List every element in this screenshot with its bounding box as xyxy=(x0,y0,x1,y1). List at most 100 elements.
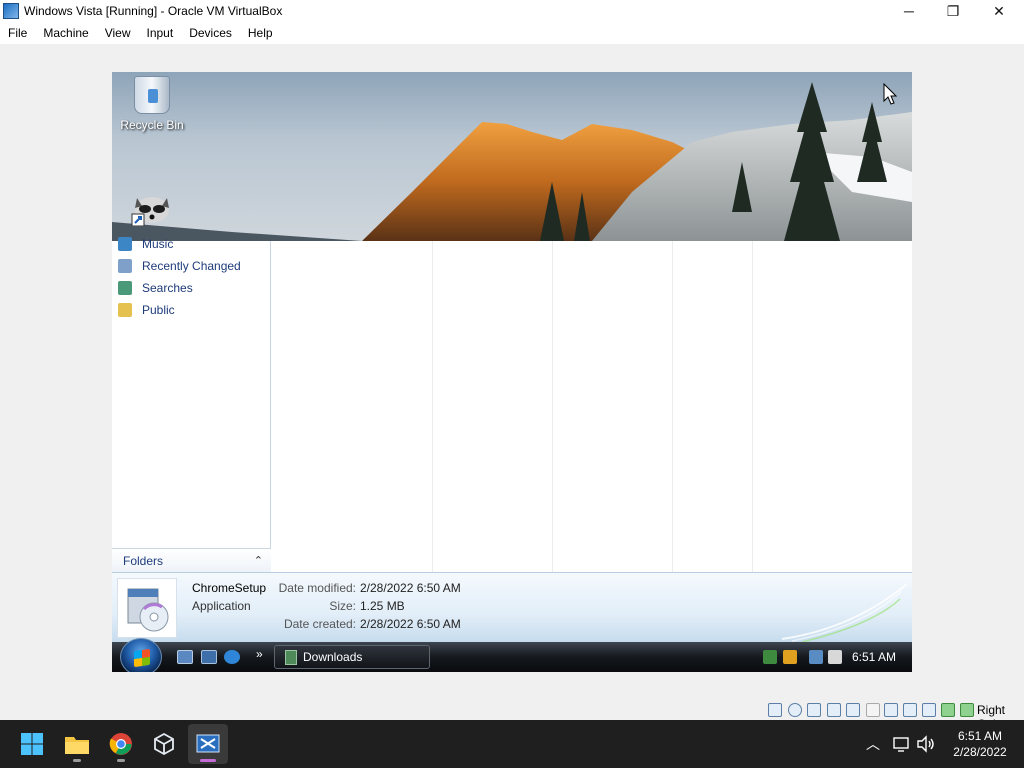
windows-logo-icon xyxy=(134,648,150,668)
details-file-name: ChromeSetup xyxy=(192,581,267,595)
audio-icon[interactable] xyxy=(807,703,821,717)
vista-vm-icon xyxy=(196,734,220,753)
virtualization-icon[interactable] xyxy=(922,703,936,717)
size-value: 1.25 MB xyxy=(360,599,405,613)
installer-file-icon xyxy=(117,578,177,638)
windows-update-icon[interactable] xyxy=(763,650,777,664)
navigation-pane: Music Recently Changed Searches Public F… xyxy=(112,237,271,572)
details-pane: ChromeSetup Application Date modified: 2… xyxy=(112,572,912,643)
file-explorer-taskbar-button[interactable] xyxy=(57,724,97,764)
mouse-integration-icon[interactable] xyxy=(941,703,955,717)
shared-folders-icon[interactable] xyxy=(866,703,880,717)
file-explorer-icon xyxy=(65,737,89,754)
quick-launch-more-button[interactable]: » xyxy=(256,647,263,661)
taskbar-button-downloads[interactable]: Downloads xyxy=(274,645,430,669)
restore-button[interactable]: ❐ xyxy=(930,0,976,22)
show-desktop-icon[interactable] xyxy=(177,650,193,664)
virtualbox-status-bar: Right Ctrl xyxy=(0,700,1024,731)
date-modified-value: 2/28/2022 6:50 AM xyxy=(360,581,461,595)
nav-item-label: Searches xyxy=(142,281,193,295)
music-folder-icon xyxy=(118,237,132,251)
nav-item-label: Recently Changed xyxy=(142,259,241,273)
windows11-logo-icon xyxy=(21,733,43,755)
virtualbox-manager-taskbar-button[interactable] xyxy=(144,724,184,764)
network-icon[interactable] xyxy=(809,650,823,664)
host-taskbar: ︿ 6:51 AM 2/28/2022 xyxy=(0,720,1024,768)
column-divider xyxy=(672,241,673,572)
host-clock[interactable]: 6:51 AM 2/28/2022 xyxy=(940,728,1020,760)
nav-item-music[interactable]: Music xyxy=(118,234,173,254)
desktop-wallpaper[interactable]: Recycle Bin xyxy=(112,72,912,241)
guest-screen[interactable]: Recycle Bin Music Recently Changed Searc… xyxy=(112,72,912,672)
file-list-pane[interactable] xyxy=(272,241,912,572)
internet-explorer-icon[interactable] xyxy=(224,650,240,664)
nav-item-searches[interactable]: Searches xyxy=(118,278,193,298)
raccoon-shortcut-icon xyxy=(130,186,174,226)
start-button[interactable] xyxy=(120,638,162,672)
title-bar: Windows Vista [Running] - Oracle VM Virt… xyxy=(0,0,1024,22)
usb-icon[interactable] xyxy=(846,703,860,717)
menu-input[interactable]: Input xyxy=(139,26,182,40)
network-adapter-icon[interactable] xyxy=(827,703,841,717)
network-status-icon[interactable] xyxy=(892,735,910,753)
vista-vm-taskbar-button[interactable] xyxy=(188,724,228,764)
taskbar-button-label: Downloads xyxy=(303,650,363,664)
running-indicator xyxy=(73,759,81,762)
vista-taskbar: » Downloads 6:51 AM xyxy=(112,638,912,672)
virtualbox-cube-icon xyxy=(154,732,174,756)
host-start-button[interactable] xyxy=(12,724,52,764)
column-divider xyxy=(752,241,753,572)
desktop-icon-label: Recycle Bin xyxy=(120,118,184,132)
column-divider xyxy=(552,241,553,572)
show-hidden-icons-button[interactable]: ︿ xyxy=(866,734,880,754)
display-icon[interactable] xyxy=(884,703,898,717)
chrome-taskbar-button[interactable] xyxy=(101,724,141,764)
security-shield-icon[interactable] xyxy=(783,650,797,664)
nav-item-public[interactable]: Public xyxy=(118,300,175,320)
minimize-button[interactable]: ─ xyxy=(886,0,932,22)
public-folder-icon xyxy=(118,303,132,317)
menu-file[interactable]: File xyxy=(0,26,35,40)
date-created-label: Date created: xyxy=(283,617,356,631)
hard-disk-icon[interactable] xyxy=(768,703,782,717)
active-indicator xyxy=(200,759,216,762)
optical-drive-icon[interactable] xyxy=(788,703,802,717)
column-divider xyxy=(432,241,433,572)
nav-item-label: Music xyxy=(142,237,174,251)
running-indicator xyxy=(117,759,125,762)
size-label: Size: xyxy=(329,599,356,613)
switch-windows-icon[interactable] xyxy=(201,650,217,664)
speaker-icon[interactable] xyxy=(916,735,936,753)
desktop-icon-raccoon-shortcut[interactable] xyxy=(112,186,192,226)
menu-machine[interactable]: Machine xyxy=(35,26,96,40)
host-date: 2/28/2022 xyxy=(953,745,1007,759)
keyboard-capture-icon[interactable] xyxy=(960,703,974,717)
vista-clock[interactable]: 6:51 AM xyxy=(852,650,896,664)
window-title: Windows Vista [Running] - Oracle VM Virt… xyxy=(24,4,283,18)
mouse-pointer-icon xyxy=(883,83,897,105)
explorer-window: Music Recently Changed Searches Public F… xyxy=(112,237,912,572)
nav-item-recently-changed[interactable]: Recently Changed xyxy=(118,256,241,276)
close-button[interactable]: ✕ xyxy=(976,0,1022,22)
video-capture-icon[interactable] xyxy=(903,703,917,717)
date-created-value: 2/28/2022 6:50 AM xyxy=(360,617,461,631)
menu-bar: File Machine View Input Devices Help xyxy=(0,22,1024,44)
menu-devices[interactable]: Devices xyxy=(181,26,240,40)
details-file-type: Application xyxy=(192,599,251,613)
host-time: 6:51 AM xyxy=(957,729,1003,743)
folders-toggle[interactable]: Folders ⌃ xyxy=(112,548,271,572)
recently-changed-icon xyxy=(118,259,132,273)
chrome-icon xyxy=(109,733,132,755)
menu-view[interactable]: View xyxy=(97,26,139,40)
volume-icon[interactable] xyxy=(828,650,842,664)
menu-help[interactable]: Help xyxy=(240,26,281,40)
chevron-up-icon: ⌃ xyxy=(253,555,263,567)
details-pane-swoosh xyxy=(782,583,908,643)
desktop-icon-recycle-bin[interactable]: Recycle Bin xyxy=(112,76,192,132)
folders-label: Folders xyxy=(123,553,164,568)
mountain-wallpaper-image xyxy=(112,82,912,241)
folder-icon xyxy=(285,650,297,665)
nav-item-label: Public xyxy=(142,303,175,317)
searches-folder-icon xyxy=(118,281,132,295)
recycle-bin-icon xyxy=(134,76,170,114)
